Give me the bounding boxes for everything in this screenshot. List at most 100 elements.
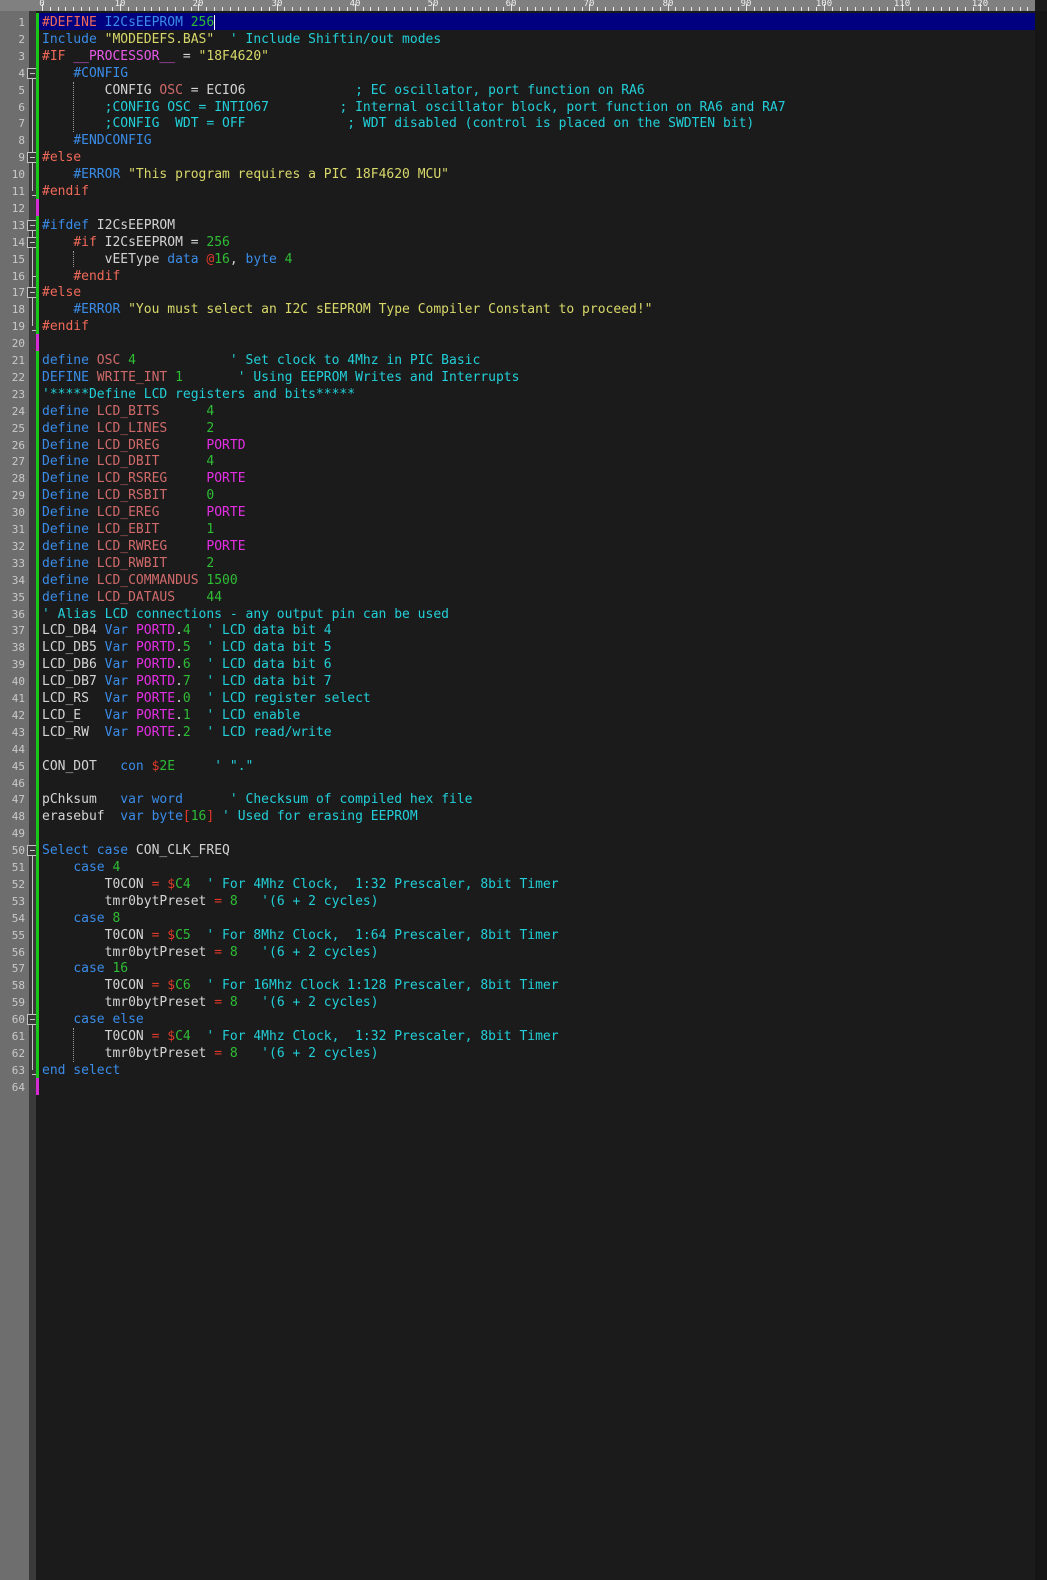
code-line[interactable]: erasebuf var byte[16] ' Used for erasing…: [42, 808, 418, 825]
line-number[interactable]: 12: [0, 200, 25, 217]
line-number[interactable]: 5: [0, 82, 25, 99]
code-line[interactable]: #else: [42, 149, 81, 166]
line-number[interactable]: 61: [0, 1028, 25, 1045]
code-line[interactable]: T0CON = $C4 ' For 4Mhz Clock, 1:32 Presc…: [42, 876, 559, 893]
line-number[interactable]: 25: [0, 420, 25, 437]
line-number[interactable]: 53: [0, 893, 25, 910]
code-line[interactable]: T0CON = $C6 ' For 16Mhz Clock 1:128 Pres…: [42, 977, 559, 994]
line-number[interactable]: 16: [0, 268, 25, 285]
line-number[interactable]: 14: [0, 234, 25, 251]
code-line[interactable]: #ERROR "This program requires a PIC 18F4…: [42, 166, 449, 183]
code-line[interactable]: Define LCD_DREG PORTD: [42, 437, 246, 454]
code-line[interactable]: case 4: [42, 859, 120, 876]
code-line[interactable]: case 8: [42, 910, 120, 927]
line-number[interactable]: 62: [0, 1045, 25, 1062]
code-text-surface[interactable]: #DEFINE I2CsEEPROM 256Include "MODEDEFS.…: [39, 11, 1035, 1580]
code-line[interactable]: define LCD_DATAUS 44: [42, 589, 222, 606]
code-line[interactable]: define LCD_COMMANDUS 1500: [42, 572, 238, 589]
code-line[interactable]: LCD_RW Var PORTE.2 ' LCD read/write: [42, 724, 332, 741]
line-number[interactable]: 24: [0, 403, 25, 420]
line-number[interactable]: 44: [0, 741, 25, 758]
code-line[interactable]: tmr0bytPreset = 8 '(6 + 2 cycles): [42, 893, 379, 910]
line-number[interactable]: 19: [0, 318, 25, 335]
code-line[interactable]: Define LCD_RSBIT 0: [42, 487, 214, 504]
code-line[interactable]: LCD_RS Var PORTE.0 ' LCD register select: [42, 690, 371, 707]
code-line[interactable]: end select: [42, 1062, 120, 1079]
code-fold-margin[interactable]: [29, 11, 36, 1580]
code-line[interactable]: #ENDCONFIG: [42, 132, 152, 149]
line-number[interactable]: 40: [0, 673, 25, 690]
line-number[interactable]: 35: [0, 589, 25, 606]
code-line[interactable]: Define LCD_EREG PORTE: [42, 504, 246, 521]
code-line[interactable]: Define LCD_DBIT 4: [42, 453, 214, 470]
line-number[interactable]: 52: [0, 876, 25, 893]
code-line[interactable]: Define LCD_EBIT 1: [42, 521, 214, 538]
code-line[interactable]: Select case CON_CLK_FREQ: [42, 842, 230, 859]
line-number[interactable]: 7: [0, 115, 25, 132]
code-line[interactable]: define OSC 4 ' Set clock to 4Mhz in PIC …: [42, 352, 480, 369]
code-line[interactable]: #IF __PROCESSOR__ = "18F4620": [42, 48, 269, 65]
line-number[interactable]: 6: [0, 99, 25, 116]
line-number[interactable]: 55: [0, 927, 25, 944]
line-number[interactable]: 1: [0, 14, 25, 31]
code-line[interactable]: DEFINE WRITE_INT 1 ' Using EEPROM Writes…: [42, 369, 519, 386]
code-line[interactable]: #if I2CsEEPROM = 256: [42, 234, 230, 251]
code-line[interactable]: #endif: [42, 183, 89, 200]
code-line[interactable]: #CONFIG: [42, 65, 128, 82]
code-line[interactable]: #ERROR "You must select an I2C sEEPROM T…: [42, 301, 653, 318]
code-line[interactable]: case 16: [42, 960, 128, 977]
line-number[interactable]: 49: [0, 825, 25, 842]
line-number[interactable]: 26: [0, 437, 25, 454]
line-number[interactable]: 64: [0, 1079, 25, 1096]
code-line[interactable]: #endif: [42, 318, 89, 335]
code-line[interactable]: CON_DOT con $2E ' ".": [42, 758, 253, 775]
code-line[interactable]: tmr0bytPreset = 8 '(6 + 2 cycles): [42, 994, 379, 1011]
code-line[interactable]: #else: [42, 284, 81, 301]
code-line[interactable]: #ifdef I2CsEEPROM: [42, 217, 175, 234]
line-number[interactable]: 51: [0, 859, 25, 876]
line-number[interactable]: 29: [0, 487, 25, 504]
line-number[interactable]: 28: [0, 470, 25, 487]
line-number[interactable]: 48: [0, 808, 25, 825]
code-line[interactable]: ' Alias LCD connections - any output pin…: [42, 606, 449, 623]
line-number[interactable]: 41: [0, 690, 25, 707]
line-number[interactable]: 27: [0, 453, 25, 470]
line-number[interactable]: 47: [0, 791, 25, 808]
line-number[interactable]: 42: [0, 707, 25, 724]
line-number[interactable]: 63: [0, 1062, 25, 1079]
line-number[interactable]: 10: [0, 166, 25, 183]
line-number[interactable]: 13: [0, 217, 25, 234]
line-number[interactable]: 20: [0, 335, 25, 352]
line-number[interactable]: 4: [0, 65, 25, 82]
line-number[interactable]: 30: [0, 504, 25, 521]
line-number[interactable]: 2: [0, 31, 25, 48]
line-number[interactable]: 43: [0, 724, 25, 741]
line-number[interactable]: 9: [0, 149, 25, 166]
line-number[interactable]: 50: [0, 842, 25, 859]
code-line[interactable]: Include "MODEDEFS.BAS" ' Include Shiftin…: [42, 31, 441, 48]
line-number[interactable]: 39: [0, 656, 25, 673]
code-line[interactable]: #endif: [42, 268, 120, 285]
line-number[interactable]: 60: [0, 1011, 25, 1028]
line-number[interactable]: 56: [0, 944, 25, 961]
code-line[interactable]: vEEType data @16, byte 4: [42, 251, 293, 268]
code-line[interactable]: LCD_E Var PORTE.1 ' LCD enable: [42, 707, 300, 724]
line-number-gutter[interactable]: 1234567891011121314151617181920212223242…: [0, 11, 29, 1580]
code-line[interactable]: pChksum var word ' Checksum of compiled …: [42, 791, 473, 808]
line-number[interactable]: 45: [0, 758, 25, 775]
code-line[interactable]: Define LCD_RSREG PORTE: [42, 470, 246, 487]
code-line[interactable]: LCD_DB5 Var PORTD.5 ' LCD data bit 5: [42, 639, 332, 656]
line-number[interactable]: 11: [0, 183, 25, 200]
code-line[interactable]: LCD_DB6 Var PORTD.6 ' LCD data bit 6: [42, 656, 332, 673]
line-number[interactable]: 46: [0, 775, 25, 792]
line-number[interactable]: 54: [0, 910, 25, 927]
code-line[interactable]: ;CONFIG WDT = OFF ; WDT disabled (contro…: [42, 115, 754, 132]
line-number[interactable]: 38: [0, 639, 25, 656]
code-line[interactable]: tmr0bytPreset = 8 '(6 + 2 cycles): [42, 1045, 379, 1062]
code-line[interactable]: define LCD_LINES 2: [42, 420, 214, 437]
line-number[interactable]: 33: [0, 555, 25, 572]
line-number[interactable]: 58: [0, 977, 25, 994]
code-line[interactable]: case else: [42, 1011, 144, 1028]
line-number[interactable]: 22: [0, 369, 25, 386]
line-number[interactable]: 17: [0, 284, 25, 301]
